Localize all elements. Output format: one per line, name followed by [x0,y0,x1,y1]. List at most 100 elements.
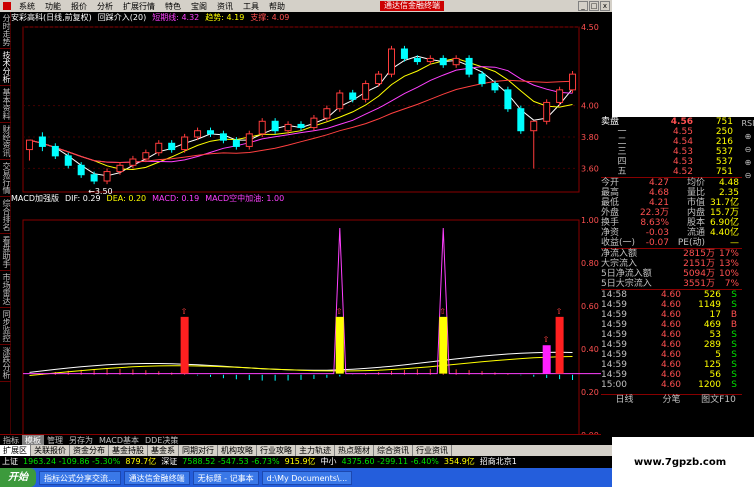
indicator-name[interactable]: MACD加强版 [11,193,59,205]
tab-save-as[interactable]: 另存为 [66,435,96,445]
candle [219,133,227,141]
tab-inst[interactable]: 机构攻略 [218,445,257,456]
left-tab[interactable]: 交易行情 [0,160,11,197]
ma-trend-label: 趋势: 4.19 [205,13,245,22]
menu-item-help[interactable]: 帮助 [264,1,290,12]
zoom-in-icon[interactable]: ⊕ [745,158,752,167]
left-tab[interactable]: 看盘助手 [0,234,11,271]
tab-template[interactable]: 模板 [22,435,44,445]
ticker-sh-name[interactable]: 上证 [2,456,18,468]
left-tab[interactable]: 综合排名 [0,197,11,234]
ask-level: 四 [617,157,627,167]
start-button[interactable]: 开始 [0,468,36,487]
tab-hot[interactable]: 热点题材 [335,445,374,456]
menu-item-ext[interactable]: 扩展行情 [118,1,160,12]
zoom-out-icon[interactable]: ⊖ [745,171,752,180]
candle [271,120,279,132]
tab-fund-hold[interactable]: 基金持股 [109,445,148,456]
tick-time: 15:00 [601,380,627,390]
zoom-in-icon[interactable]: ⊕ [745,132,752,141]
taskbar-item[interactable]: 指标公式分享交流... [39,470,121,485]
tick-price: 4.60 [660,310,681,320]
flow-pct: 13% [718,259,739,269]
tab-ext-area[interactable]: 扩展区 [0,445,31,456]
tab-f10[interactable]: 图文F10 [695,395,742,405]
tab-dde[interactable]: DDE决策 [142,435,181,445]
stat-row: 外盘 22.3万 内盘 15.7万 [601,208,742,218]
ask-price: 4.55 [672,127,693,137]
tab-ticks[interactable]: 分笔 [648,395,695,405]
tab-related[interactable]: 关联报价 [31,445,70,456]
tick-side: B [730,310,737,320]
left-tab[interactable]: 技术分析 [0,49,11,86]
ticker-sz-name[interactable]: 深证 [161,456,177,468]
sell-header-row: 卖盘 4.56 751 [601,117,742,127]
left-tab[interactable]: 基本资料 [0,86,11,123]
menu-item-tools[interactable]: 工具 [238,1,264,12]
menu-item-feature[interactable]: 特色 [160,1,186,12]
candle [452,57,460,66]
tab-ind-news[interactable]: 行业资讯 [413,445,452,456]
rsi-tab[interactable]: RSI [742,119,755,128]
stat-label: 今开 [601,178,620,188]
close-button[interactable]: x [600,1,610,11]
stat-label: 收益(一) [601,238,636,248]
taskbar-item[interactable]: 通达信金融终端 [123,470,190,485]
menu-item-system[interactable]: 系统 [14,1,40,12]
taskbar-item[interactable]: d:\My Documents\... [261,470,353,485]
ask-level: 五 [617,167,627,177]
tab-main-track[interactable]: 主力轨迹 [296,445,335,456]
stat-label: 量比 [686,188,705,198]
ask-row: 二 4.54 216 [601,137,742,147]
zoom-out-icon[interactable]: ⊖ [745,145,752,154]
menu-item-treasure[interactable]: 宝阁 [186,1,212,12]
tick-price: 4.60 [660,290,681,300]
tick-vol: 469 [703,320,721,330]
menu-item-function[interactable]: 功能 [40,1,66,12]
tab-daily[interactable]: 日线 [601,395,648,405]
tick-vol: 17 [709,310,721,320]
tab-indicator[interactable]: 指标 [0,435,22,445]
candle [478,73,486,85]
taskbar-item[interactable]: 无标题 - 记事本 [192,470,259,485]
tab-capital[interactable]: 资金分布 [70,445,109,456]
stat-label: 内盘 [686,208,705,218]
left-tab[interactable]: 财经资讯 [0,123,11,160]
ask-level: 二 [617,137,627,147]
tab-macd-basic[interactable]: MACD基本 [96,435,142,445]
tick-side: S [731,340,737,350]
tab-industry[interactable]: 行业攻略 [257,445,296,456]
tick-time: 14:59 [601,370,627,380]
signal-arrow-icon: ⇧ [181,307,188,316]
stat-value: 2.35 [718,188,739,198]
candle [245,133,253,147]
maximize-button[interactable]: □ [589,1,599,11]
tab-manage[interactable]: 管理 [44,435,66,445]
menu-item-analysis[interactable]: 分析 [92,1,118,12]
tab-peer[interactable]: 同期对行 [179,445,218,456]
tick-side: S [731,380,737,390]
stat-row: 收益(一) -0.07 PE(动) — [601,238,742,248]
left-tab[interactable]: 分时走势 [0,12,11,49]
candle [336,92,344,110]
dif-line [29,351,573,373]
tick-vol: 56 [709,370,721,380]
candle [194,130,202,138]
tick-vol: 1200 [698,380,721,390]
left-tab[interactable]: 同步监控 [0,308,11,345]
minimize-button[interactable]: _ [578,1,588,11]
ticker-zx-name[interactable]: 中小 [321,456,337,468]
tick-price: 4.60 [660,300,681,310]
menu-item-quote[interactable]: 报价 [66,1,92,12]
left-tab-strip: 分时走势 技术分析 基本资料 财经资讯 交易行情 综合排名 看盘助手 市场雷达 … [0,12,11,444]
ticker-sz-amount: 915.9亿 [284,457,316,466]
tab-fund-sys[interactable]: 基金系 [148,445,179,456]
tab-news[interactable]: 综合资讯 [374,445,413,456]
price-chart[interactable]: 4.504.003.803.601.000.800.600.400.200.00… [11,12,611,434]
menu-item-news[interactable]: 资讯 [212,1,238,12]
stock-title: 安彩高科(日线,前复权) [11,13,92,22]
left-tab[interactable]: 涨跌分析 [0,345,11,382]
left-tab[interactable]: 市场雷达 [0,271,11,308]
tick-side: B [730,320,737,330]
tick-price: 4.60 [660,360,681,370]
